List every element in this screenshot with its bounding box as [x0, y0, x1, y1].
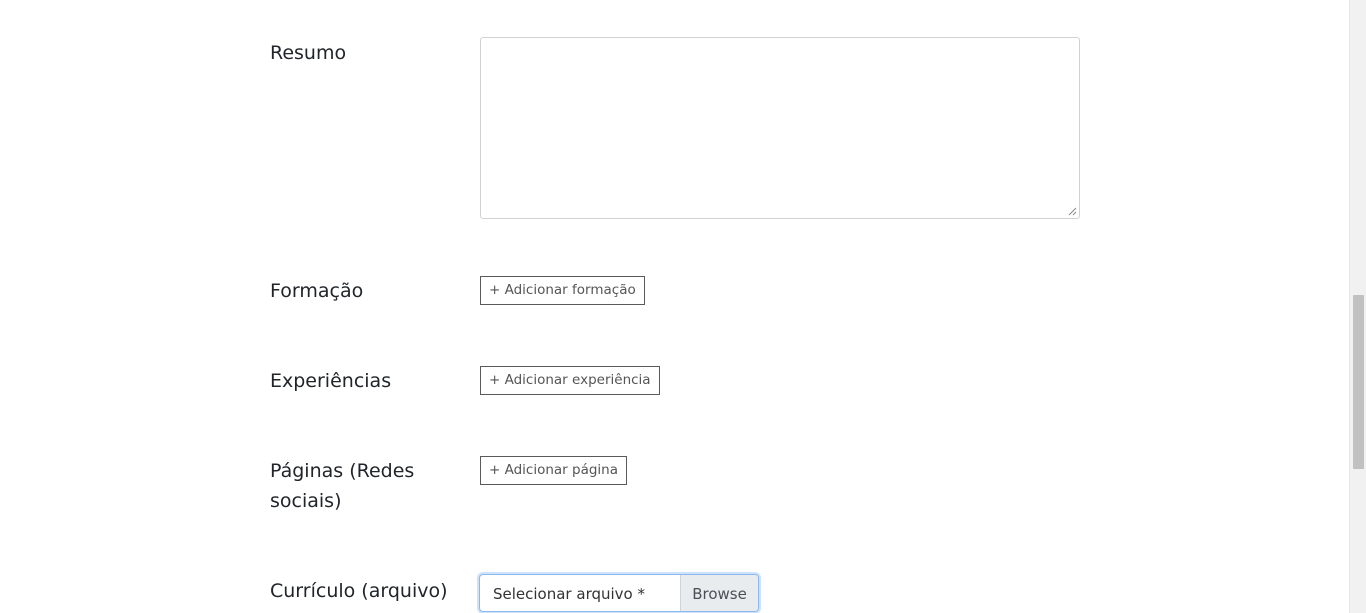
resumo-label: Resumo: [270, 42, 347, 64]
add-formacao-button[interactable]: + Adicionar formação: [480, 276, 645, 305]
resize-grip-icon[interactable]: [1068, 207, 1077, 216]
profile-form-page: Resumo Formação + Adicionar formação Exp…: [0, 0, 1366, 613]
add-experiencia-button[interactable]: + Adicionar experiência: [480, 366, 660, 395]
add-pagina-button[interactable]: + Adicionar página: [480, 456, 628, 485]
resumo-textarea[interactable]: [480, 37, 1080, 219]
browse-button[interactable]: Browse: [680, 575, 758, 611]
paginas-label: Páginas (Redes sociais): [270, 460, 415, 512]
scrollbar-thumb[interactable]: [1353, 295, 1364, 469]
page-scrollbar[interactable]: [1349, 0, 1366, 613]
curriculo-label: Currículo (arquivo): [270, 580, 448, 602]
file-input-placeholder: Selecionar arquivo *: [493, 585, 645, 603]
experiencias-label: Experiências: [270, 370, 392, 392]
curriculo-file-input[interactable]: Selecionar arquivo * Browse: [479, 574, 759, 612]
formacao-label: Formação: [270, 280, 364, 302]
